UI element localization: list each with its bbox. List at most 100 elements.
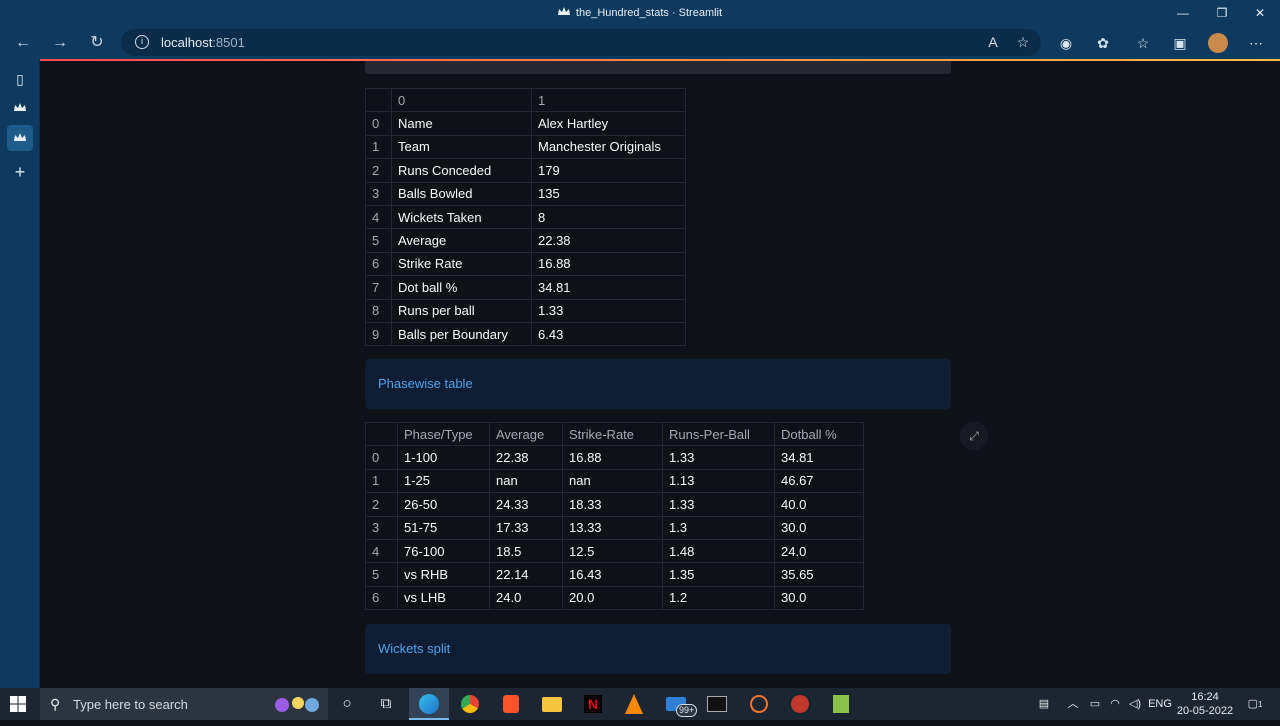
table-cell: Wickets Taken <box>391 204 532 230</box>
row-index-cell: 7 <box>365 275 392 300</box>
notification-center-icon[interactable]: ▢1 <box>1243 688 1267 720</box>
forward-button[interactable]: → <box>48 32 72 54</box>
table-cell: nan <box>489 468 563 494</box>
vlc-icon[interactable] <box>614 688 654 720</box>
tab-actions-icon[interactable]: ▯ <box>7 66 33 92</box>
tab-streamlit-1[interactable] <box>7 95 33 121</box>
table-cell: 20.0 <box>562 585 663 611</box>
cortana-icon[interactable]: ○ <box>327 688 367 720</box>
refresh-icon: ↻ <box>90 34 104 51</box>
favorites-icon[interactable]: ☆ <box>1131 32 1155 54</box>
site-info-icon[interactable]: i <box>135 35 149 49</box>
row-index-cell: 8 <box>365 298 392 323</box>
address-bar[interactable]: i localhost:8501 A ☆ <box>121 29 1041 56</box>
table-cell: Team <box>391 134 532 160</box>
phasewise-table-expander[interactable]: Phasewise table <box>365 359 951 409</box>
profile-avatar[interactable] <box>1206 32 1230 54</box>
close-button[interactable]: ✕ <box>1241 0 1279 26</box>
wifi-icon[interactable]: ◠ <box>1105 688 1125 720</box>
table-cell: 22.38 <box>531 228 686 253</box>
table-cell: Strike Rate <box>391 251 532 277</box>
table-cell: 179 <box>531 158 686 183</box>
row-index-cell: 9 <box>365 321 392 347</box>
table-cell: vs RHB <box>397 562 490 587</box>
table-cell: 30.0 <box>774 585 864 611</box>
language-indicator[interactable]: ENG <box>1148 688 1172 720</box>
task-view-icon[interactable]: ⧉ <box>366 688 406 720</box>
table-header-cell <box>365 87 392 113</box>
browser-sidebar: ▯ + <box>0 59 40 688</box>
table-cell: 1.35 <box>662 562 775 587</box>
spider-app-icon[interactable] <box>780 688 820 720</box>
system-clock[interactable]: 16:24 20-05-2022 <box>1174 690 1236 718</box>
jupyter-icon[interactable] <box>739 688 779 720</box>
refresh-button[interactable]: ↻ <box>85 32 109 54</box>
netflix-icon[interactable]: N <box>573 688 613 720</box>
battery-icon[interactable]: ▭ <box>1085 688 1105 720</box>
table-row: 7 Dot ball % 34.81 <box>365 275 686 300</box>
new-tab-plus-icon[interactable]: + <box>7 159 33 185</box>
terminal-icon[interactable] <box>697 688 737 720</box>
row-index-cell: 5 <box>365 562 398 587</box>
fullscreen-button[interactable]: ⤢ <box>960 422 988 450</box>
search-icon: ⚲ <box>50 696 61 712</box>
row-index-cell: 1 <box>365 468 398 494</box>
table-cell: 22.38 <box>489 445 563 470</box>
minimize-button[interactable]: — <box>1164 0 1202 26</box>
table-cell: 16.88 <box>562 445 663 470</box>
add-favorite-icon[interactable]: ☆ <box>1011 31 1035 53</box>
read-aloud-icon[interactable]: A <box>981 31 1005 53</box>
table-header-cell: Strike-Rate <box>562 421 663 447</box>
row-index-cell: 2 <box>365 158 392 183</box>
table-header-cell: Dotball % <box>774 421 864 447</box>
extension-icon[interactable]: ◉ <box>1054 32 1078 54</box>
table-cell: 1.33 <box>531 298 686 323</box>
table-cell: 34.81 <box>531 275 686 300</box>
collections-icon[interactable]: ▣ <box>1168 32 1192 54</box>
mail-icon[interactable]: 99+ <box>656 688 698 720</box>
extensions-puzzle-icon[interactable]: ✿ <box>1091 32 1115 54</box>
table-cell: 24.0 <box>489 585 563 611</box>
brave-browser-icon[interactable] <box>491 688 531 720</box>
chrome-icon[interactable] <box>450 688 490 720</box>
more-menu-icon[interactable]: ⋯ <box>1244 32 1268 54</box>
restore-button[interactable]: ❐ <box>1203 0 1241 26</box>
table-row: 2 26-50 24.33 18.33 1.33 40.0 <box>365 492 864 517</box>
file-explorer-icon[interactable] <box>532 688 572 720</box>
taskbar-search-box[interactable]: ⚲ Type here to search <box>40 688 328 720</box>
table-cell: 24.33 <box>489 492 563 517</box>
table-row: 1 Team Manchester Originals <box>365 134 686 160</box>
table-cell: 16.88 <box>531 251 686 277</box>
window-title: the_Hundred_stats · Streamlit <box>0 7 1280 19</box>
player-stats-table: 0 1 0 Name Alex Hartley 1 Team Manchester Ori… <box>365 87 686 347</box>
arrow-left-icon: ← <box>15 34 31 51</box>
table-cell: Runs per ball <box>391 298 532 323</box>
notepad-icon[interactable] <box>821 688 861 720</box>
table-row: 4 Wickets Taken 8 <box>365 204 686 230</box>
expander-label: Phasewise table <box>378 376 473 391</box>
table-row: 5 Average 22.38 <box>365 228 686 253</box>
table-cell: Manchester Originals <box>531 134 686 160</box>
streamlit-crown-icon <box>14 103 26 111</box>
phasewise-table: Phase/Type Average Strike-Rate Runs-Per-… <box>365 421 864 611</box>
window-titlebar: the_Hundred_stats · Streamlit — ❐ ✕ <box>0 0 1280 26</box>
mail-unread-badge: 99+ <box>676 704 698 717</box>
notification-count: 1 <box>1257 700 1263 709</box>
table-cell: 1.2 <box>662 585 775 611</box>
back-button[interactable]: ← <box>11 32 35 54</box>
chevron-up-icon[interactable]: ︿ <box>1064 688 1082 720</box>
table-row: 0 1-100 22.38 16.88 1.33 34.81 <box>365 445 864 470</box>
news-widget-icon[interactable]: ▤ <box>1032 688 1056 720</box>
clock-time: 16:24 <box>1191 691 1219 703</box>
volume-icon[interactable]: ◁) <box>1125 688 1145 720</box>
wickets-split-expander[interactable]: Wickets split <box>365 624 951 674</box>
row-index-cell: 2 <box>365 492 398 517</box>
windows-start-icon[interactable] <box>10 696 26 712</box>
table-row: 3 Balls Bowled 135 <box>365 181 686 206</box>
expander-label: Wickets split <box>378 641 451 656</box>
table-cell: 18.33 <box>562 492 663 517</box>
tab-streamlit-2-active[interactable] <box>7 125 33 151</box>
table-cell: Runs Conceded <box>391 158 532 183</box>
edge-browser-icon[interactable] <box>409 688 449 720</box>
table-cell: 13.33 <box>562 515 663 540</box>
